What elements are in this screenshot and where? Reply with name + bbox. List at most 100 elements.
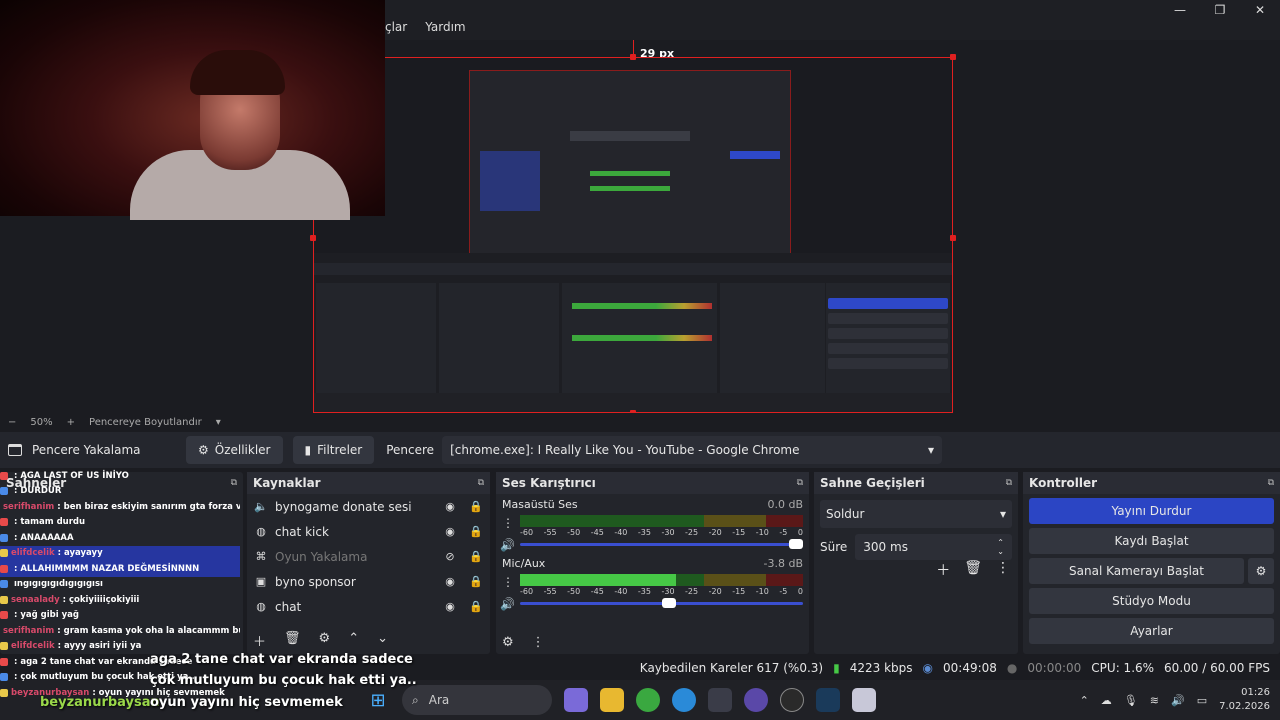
meter-tick: -10 (755, 528, 769, 537)
virtual-camera-gear-icon[interactable]: ⚙ (1248, 558, 1274, 584)
gear-icon[interactable]: ⚙ (319, 631, 331, 650)
slider-knob[interactable] (789, 539, 803, 549)
add-source-button[interactable]: ＋ (253, 631, 266, 650)
copilot-icon[interactable] (564, 688, 588, 712)
store-icon[interactable] (708, 688, 732, 712)
stop-stream-button[interactable]: Yayını Durdur (1029, 498, 1274, 524)
filters-button[interactable]: ▮ Filtreler (292, 436, 375, 464)
resize-handle-top[interactable] (630, 54, 636, 60)
undock-icon[interactable]: ⧉ (797, 478, 803, 488)
windows-start-icon[interactable]: ⊞ (366, 688, 390, 712)
chrome-icon[interactable] (636, 688, 660, 712)
kebab-menu-icon[interactable]: ⋮ (532, 635, 545, 650)
eye-icon[interactable]: ◉ (444, 600, 456, 613)
chevron-down-icon[interactable]: ▾ (216, 417, 221, 428)
source-item[interactable]: ⌘ Oyun Yakalama ⊘ 🔒 (247, 544, 490, 569)
transition-select[interactable]: Soldur ▾ (820, 500, 1012, 528)
audio-mixer-dock: Ses Karıştırıcı ⧉ Masaüstü Ses 0.0 dB ⋮ -60… (496, 472, 809, 654)
source-item-label: chat (275, 599, 302, 614)
undock-icon[interactable]: ⧉ (1268, 478, 1274, 488)
settings-button[interactable]: Ayarlar (1029, 618, 1274, 644)
badge-icon (0, 518, 8, 527)
folder-icon[interactable] (600, 688, 624, 712)
lock-icon[interactable]: 🔒 (469, 550, 483, 563)
eye-icon[interactable]: ◉ (444, 500, 456, 513)
spin-arrows-icon[interactable]: ⌃ ⌄ (997, 538, 1004, 556)
kebab-menu-icon[interactable]: ⋮ (996, 560, 1010, 580)
mic-icon[interactable]: 🎙 (1124, 694, 1138, 707)
resize-handle-left[interactable] (310, 235, 316, 241)
lock-icon[interactable]: 🔒 (469, 500, 483, 513)
meter-tick: -35 (637, 528, 651, 537)
proton-icon[interactable] (744, 688, 768, 712)
chevron-up-icon[interactable]: ⌃ (348, 631, 359, 650)
meter-tick: -15 (732, 587, 746, 596)
badge-icon (0, 673, 8, 682)
trash-icon[interactable]: 🗑 (964, 560, 982, 580)
maximize-button[interactable]: ❐ (1200, 0, 1240, 20)
fit-to-window-label[interactable]: Pencereye Boyutlandır (89, 417, 202, 428)
speaker-icon[interactable]: 🔊 (500, 597, 515, 611)
app-icon[interactable] (852, 688, 876, 712)
volume-slider[interactable] (520, 598, 803, 608)
start-recording-button[interactable]: Kaydı Başlat (1029, 528, 1274, 554)
zoom-out-button[interactable]: − (8, 417, 16, 428)
source-item[interactable]: ▣ byno sponsor ◉ 🔒 (247, 569, 490, 594)
volume-icon[interactable]: 🔊 (1171, 694, 1185, 707)
chevron-down-icon[interactable]: ⌄ (377, 631, 388, 650)
badge-icon (0, 657, 8, 666)
virtual-camera-button[interactable]: Sanal Kamerayı Başlat (1029, 558, 1244, 584)
volume-slider[interactable] (520, 539, 803, 549)
kebab-menu-icon[interactable]: ⋮ (502, 516, 514, 530)
speaker-icon[interactable]: 🔊 (500, 538, 515, 552)
lock-icon[interactable]: 🔒 (469, 575, 483, 588)
battery-icon[interactable]: ▭ (1197, 694, 1207, 707)
clock[interactable]: 01:26 7.02.2026 (1219, 686, 1270, 714)
broadcast-icon: ◉ (922, 661, 933, 675)
cloud-icon[interactable]: ☁ (1101, 694, 1112, 707)
badge-icon (0, 611, 8, 620)
chevron-up-icon[interactable]: ⌃ (1080, 694, 1089, 707)
menu-item-tools[interactable]: çlar (385, 20, 407, 34)
window-select[interactable]: [chrome.exe]: I Really Like You - YouTub… (442, 436, 943, 464)
zoom-in-button[interactable]: + (67, 417, 75, 428)
advanced-audio-gear-icon[interactable]: ⚙ (502, 635, 514, 650)
eye-off-icon[interactable]: ⊘ (444, 550, 456, 563)
source-item[interactable]: ◍ chat kick ◉ 🔒 (247, 519, 490, 544)
menu-bar: çlar Yardım (385, 20, 466, 34)
add-transition-button[interactable]: ＋ (936, 560, 950, 580)
menu-item-help[interactable]: Yardım (425, 20, 465, 34)
wifi-icon[interactable]: ≋ (1150, 694, 1159, 707)
mixer-channels: Masaüstü Ses 0.0 dB ⋮ -60 -55 -50 -45 -40 -35 -30… (496, 494, 809, 612)
source-item[interactable]: ◍ chat ◉ 🔒 (247, 594, 490, 619)
undock-icon[interactable]: ⧉ (1006, 478, 1012, 488)
resize-handle-right[interactable] (950, 235, 956, 241)
search-icon: ⌕ (412, 692, 419, 707)
eye-icon[interactable]: ◉ (444, 525, 456, 538)
minimize-button[interactable]: — (1160, 0, 1200, 20)
steam-icon[interactable] (816, 688, 840, 712)
undock-icon[interactable]: ⧉ (478, 478, 484, 488)
chat-text: ıngıgıgıgıdıgıgıgısı (14, 579, 103, 590)
kebab-menu-icon[interactable]: ⋮ (502, 575, 514, 589)
mixer-channel: Mic/Aux -3.8 dB ⋮ -60 -55 -50 -45 -40 -35 -30 -25-… (496, 553, 809, 612)
source-item[interactable]: 🔈 bynogame donate sesi ◉ 🔒 (247, 494, 490, 519)
properties-button[interactable]: ⚙ Özellikler (186, 436, 283, 464)
slider-knob[interactable] (662, 598, 677, 608)
duration-spinbox[interactable]: 300 ms ⌃ ⌄ (855, 534, 1012, 560)
meter-tick: -50 (567, 587, 581, 596)
preview-canvas[interactable] (313, 57, 953, 413)
edge-icon[interactable] (672, 688, 696, 712)
obs-icon[interactable] (780, 688, 804, 712)
taskbar-search[interactable]: ⌕ Ara (402, 685, 552, 715)
resize-handle-top-right[interactable] (950, 54, 956, 60)
trash-icon[interactable]: 🗑 (284, 631, 301, 650)
stream-time: 00:49:08 (943, 661, 997, 675)
close-button[interactable]: ✕ (1240, 0, 1280, 20)
lock-icon[interactable]: 🔒 (469, 600, 483, 613)
eye-icon[interactable]: ◉ (444, 575, 456, 588)
studio-mode-button[interactable]: Stüdyo Modu (1029, 588, 1274, 614)
source-item-label: byno sponsor (275, 574, 356, 589)
meter-tick: 0 (797, 528, 803, 537)
lock-icon[interactable]: 🔒 (469, 525, 483, 538)
